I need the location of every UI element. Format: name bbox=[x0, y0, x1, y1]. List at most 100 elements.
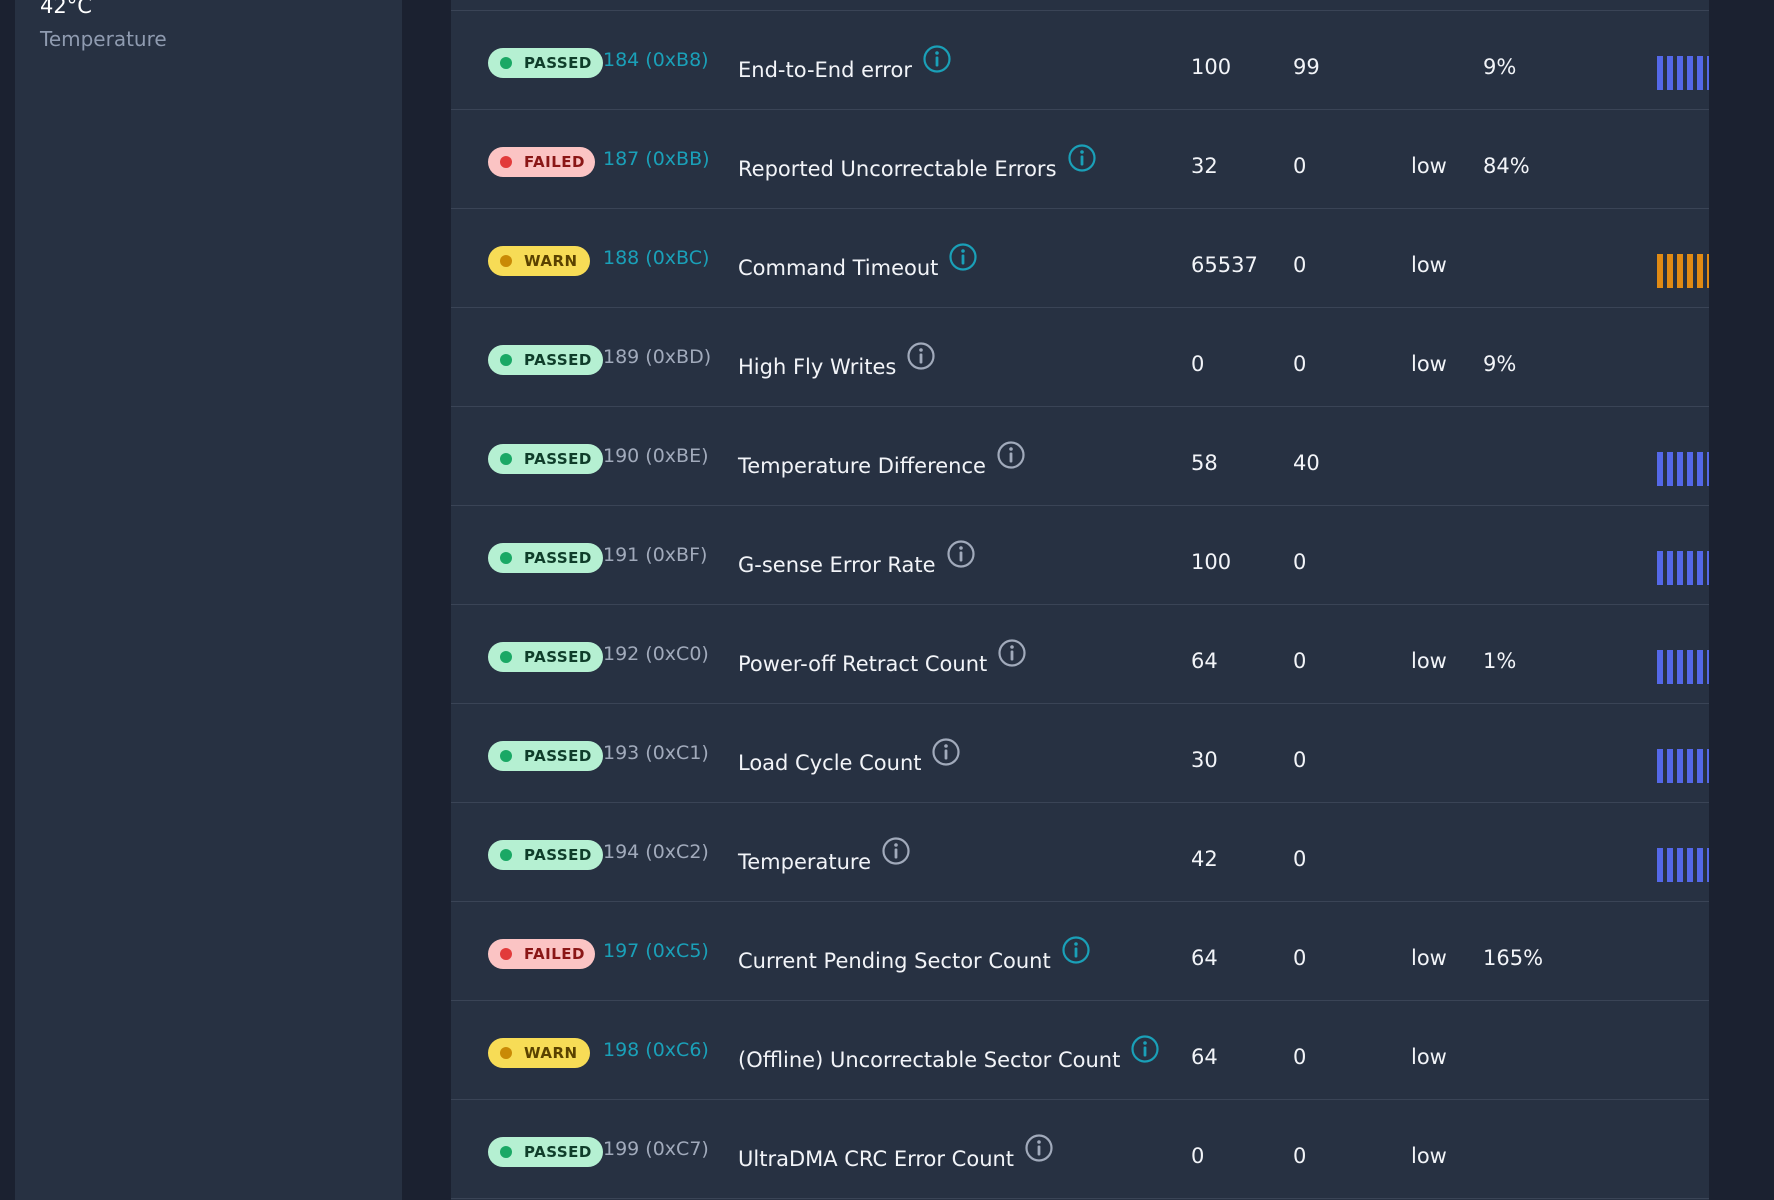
status-badge: PASSED bbox=[488, 345, 603, 375]
table-row[interactable]: FAILED 187 (0xBB) Reported Uncorrectable E… bbox=[451, 110, 1709, 209]
current-value: 64 bbox=[1191, 1045, 1218, 1069]
table-row[interactable]: PASSED 194 (0xC2) Temperature 42 0 bbox=[451, 803, 1709, 902]
attribute-name-text: (Offline) Uncorrectable Sector Count bbox=[738, 1048, 1121, 1072]
status-label: PASSED bbox=[524, 549, 592, 567]
table-row[interactable]: WARN 188 (0xBC) Command Timeout 65537 0 low bbox=[451, 209, 1709, 308]
info-icon[interactable] bbox=[881, 836, 911, 866]
attribute-name-text: Load Cycle Count bbox=[738, 751, 922, 775]
history-bar bbox=[1677, 452, 1683, 486]
table-row[interactable]: PASSED 191 (0xBF) G-sense Error Rate 100 0 bbox=[451, 506, 1709, 605]
info-icon[interactable] bbox=[948, 242, 978, 272]
status-label: PASSED bbox=[524, 846, 592, 864]
threshold-type: low bbox=[1411, 649, 1447, 673]
attribute-name: (Offline) Uncorrectable Sector Count bbox=[738, 1035, 1160, 1075]
status-label: WARN bbox=[524, 1044, 578, 1062]
threshold-percent: 165% bbox=[1483, 946, 1544, 970]
attribute-name: Current Pending Sector Count bbox=[738, 936, 1091, 976]
history-bar bbox=[1687, 551, 1693, 585]
threshold-percent: 84% bbox=[1483, 154, 1530, 178]
history-bar bbox=[1657, 452, 1663, 486]
attribute-name-text: G-sense Error Rate bbox=[738, 553, 936, 577]
worst-value: 0 bbox=[1293, 847, 1307, 871]
worst-value: 0 bbox=[1293, 352, 1307, 376]
info-icon[interactable] bbox=[997, 638, 1027, 668]
table-row[interactable]: PASSED 190 (0xBE) Temperature Difference 58… bbox=[451, 407, 1709, 506]
attribute-name: Command Timeout bbox=[738, 243, 978, 283]
status-dot-icon bbox=[500, 453, 512, 465]
info-icon[interactable] bbox=[1024, 1133, 1054, 1163]
attribute-id: 191 (0xBF) bbox=[603, 544, 708, 566]
status-label: PASSED bbox=[524, 747, 592, 765]
attribute-name: Reported Uncorrectable Errors bbox=[738, 144, 1097, 184]
table-row[interactable]: PASSED 199 (0xC7) UltraDMA CRC Error Count… bbox=[451, 1100, 1709, 1199]
history-bars bbox=[1657, 650, 1709, 684]
attribute-name-text: End-to-End error bbox=[738, 58, 912, 82]
history-bars bbox=[1657, 749, 1709, 783]
attribute-name-text: Current Pending Sector Count bbox=[738, 949, 1051, 973]
worst-value: 0 bbox=[1293, 253, 1307, 277]
history-bar bbox=[1657, 749, 1663, 783]
history-bar bbox=[1657, 848, 1663, 882]
info-icon[interactable] bbox=[996, 440, 1026, 470]
history-bar bbox=[1667, 452, 1673, 486]
status-label: PASSED bbox=[524, 450, 592, 468]
history-bar bbox=[1687, 848, 1693, 882]
history-bar bbox=[1687, 749, 1693, 783]
history-bar bbox=[1677, 254, 1683, 288]
status-dot-icon bbox=[500, 552, 512, 564]
history-bar bbox=[1667, 56, 1673, 90]
table-row[interactable]: PASSED 189 (0xBD) High Fly Writes 0 0 low 9% bbox=[451, 308, 1709, 407]
status-dot-icon bbox=[500, 255, 512, 267]
attribute-name-text: High Fly Writes bbox=[738, 355, 897, 379]
attribute-id: 189 (0xBD) bbox=[603, 346, 712, 368]
worst-value: 0 bbox=[1293, 550, 1307, 574]
attribute-name-text: Power-off Retract Count bbox=[738, 652, 988, 676]
attribute-name-text: Temperature bbox=[738, 850, 872, 874]
status-label: PASSED bbox=[524, 1143, 592, 1161]
history-bar bbox=[1687, 452, 1693, 486]
status-badge: PASSED bbox=[488, 840, 603, 870]
worst-value: 99 bbox=[1293, 55, 1320, 79]
info-icon[interactable] bbox=[931, 737, 961, 767]
info-icon[interactable] bbox=[922, 44, 952, 74]
info-icon[interactable] bbox=[906, 341, 936, 371]
info-icon[interactable] bbox=[946, 539, 976, 569]
history-bar bbox=[1677, 56, 1683, 90]
history-bar bbox=[1677, 749, 1683, 783]
table-row[interactable]: PASSED 184 (0xB8) End-to-End error 100 99 9% bbox=[451, 11, 1709, 110]
history-bar bbox=[1667, 650, 1673, 684]
worst-value: 0 bbox=[1293, 649, 1307, 673]
history-bar bbox=[1667, 254, 1673, 288]
threshold-percent: 1% bbox=[1483, 649, 1517, 673]
attribute-id: 184 (0xB8) bbox=[603, 49, 709, 71]
current-value: 65537 bbox=[1191, 253, 1258, 277]
threshold-percent: 9% bbox=[1483, 55, 1517, 79]
table-row[interactable]: FAILED 197 (0xC5) Current Pending Sector C… bbox=[451, 902, 1709, 1001]
current-value: 0 bbox=[1191, 1144, 1205, 1168]
current-value: 30 bbox=[1191, 748, 1218, 772]
table-row[interactable]: PASSED 193 (0xC1) Load Cycle Count 30 0 bbox=[451, 704, 1709, 803]
history-bars bbox=[1657, 56, 1709, 90]
worst-value: 0 bbox=[1293, 1045, 1307, 1069]
history-bar bbox=[1697, 452, 1703, 486]
info-icon[interactable] bbox=[1130, 1034, 1160, 1064]
status-dot-icon bbox=[500, 750, 512, 762]
info-icon[interactable] bbox=[1067, 143, 1097, 173]
threshold-type: low bbox=[1411, 154, 1447, 178]
history-bar bbox=[1657, 650, 1663, 684]
history-bar bbox=[1697, 56, 1703, 90]
history-bar bbox=[1657, 254, 1663, 288]
attribute-name-text: Temperature Difference bbox=[738, 454, 986, 478]
status-badge: PASSED bbox=[488, 642, 603, 672]
status-label: FAILED bbox=[524, 945, 585, 963]
threshold-type: low bbox=[1411, 253, 1447, 277]
table-row[interactable]: WARN 198 (0xC6) (Offline) Uncorrectable Se… bbox=[451, 1001, 1709, 1100]
status-dot-icon bbox=[500, 354, 512, 366]
info-icon[interactable] bbox=[1061, 935, 1091, 965]
history-bar bbox=[1677, 551, 1683, 585]
threshold-type: low bbox=[1411, 1144, 1447, 1168]
status-badge: WARN bbox=[488, 1038, 590, 1068]
status-badge: PASSED bbox=[488, 543, 603, 573]
page-edge bbox=[1709, 0, 1774, 1200]
table-row[interactable]: PASSED 192 (0xC0) Power-off Retract Count 6… bbox=[451, 605, 1709, 704]
